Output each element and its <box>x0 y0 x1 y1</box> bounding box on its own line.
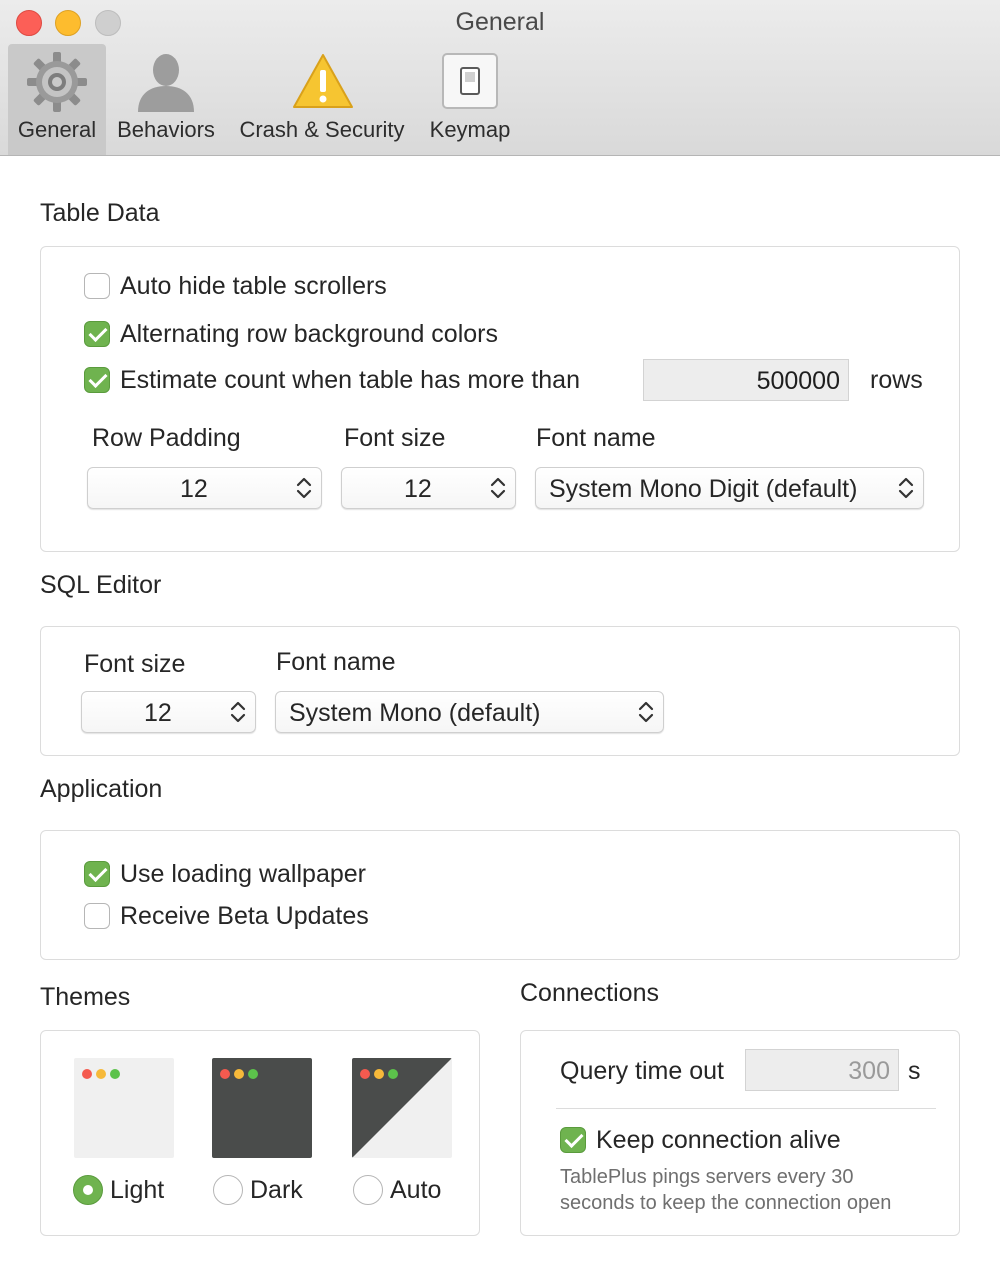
window-title: General <box>455 8 545 36</box>
toolbar: General General Behaviors Crash & Securi… <box>0 0 1000 156</box>
tab-behaviors[interactable]: Behaviors <box>110 44 222 155</box>
light-theme-preview[interactable] <box>74 1058 174 1158</box>
font-size-label: Font size <box>344 424 446 452</box>
theme-light-label: Light <box>110 1176 165 1204</box>
dark-theme-preview[interactable] <box>212 1058 312 1158</box>
sql-font-name-value: System Mono (default) <box>289 699 541 727</box>
row-padding-label: Row Padding <box>92 424 241 452</box>
connections-heading: Connections <box>520 979 659 1007</box>
sql-editor-heading: SQL Editor <box>40 571 162 599</box>
query-timeout-unit: s <box>908 1057 921 1085</box>
application-heading: Application <box>40 775 163 803</box>
window-dots-icon <box>360 1066 402 1084</box>
row-padding-select[interactable]: 12 <box>87 467 322 509</box>
application-group <box>40 830 960 960</box>
tab-label: Keymap <box>429 117 511 142</box>
auto-hide-scrollers-checkbox[interactable] <box>84 273 110 299</box>
theme-auto-radio[interactable] <box>353 1175 383 1205</box>
theme-light-radio[interactable] <box>73 1175 103 1205</box>
theme-auto-label: Auto <box>390 1176 442 1204</box>
themes-heading: Themes <box>40 983 131 1011</box>
window-dots-icon <box>220 1066 262 1084</box>
table-font-name-value: System Mono Digit (default) <box>549 475 858 503</box>
estimate-count-label: Estimate count when table has more than <box>120 366 580 394</box>
auto-hide-scrollers-label: Auto hide table scrollers <box>120 272 387 300</box>
chevron-updown-icon <box>638 701 654 723</box>
table-font-size-select[interactable]: 12 <box>341 467 516 509</box>
gear-icon <box>27 52 87 112</box>
estimate-count-checkbox[interactable] <box>84 367 110 393</box>
sql-font-size-select[interactable]: 12 <box>81 691 256 733</box>
tab-keymap[interactable]: Keymap <box>422 44 518 155</box>
tab-label: Crash & Security <box>239 117 405 142</box>
row-padding-value: 12 <box>180 475 208 503</box>
chevron-updown-icon <box>898 477 914 499</box>
theme-dark-radio[interactable] <box>213 1175 243 1205</box>
tab-crash-security[interactable]: Crash & Security <box>228 44 416 155</box>
rows-unit-label: rows <box>870 366 923 394</box>
keep-alive-description-line2: seconds to keep the connection open <box>560 1192 892 1214</box>
keep-alive-checkbox[interactable] <box>560 1127 586 1153</box>
table-font-name-select[interactable]: System Mono Digit (default) <box>535 467 924 509</box>
sql-font-size-value: 12 <box>144 699 172 727</box>
table-data-heading: Table Data <box>40 199 160 227</box>
alternating-rows-checkbox[interactable] <box>84 321 110 347</box>
query-timeout-input[interactable]: 300 <box>745 1049 899 1091</box>
tab-general[interactable]: General <box>8 44 106 155</box>
keep-alive-description-line1: TablePlus pings servers every 30 <box>560 1166 854 1188</box>
loading-wallpaper-label: Use loading wallpaper <box>120 860 366 888</box>
tab-label: General <box>17 117 97 142</box>
warning-icon <box>293 54 353 108</box>
chevron-updown-icon <box>230 701 246 723</box>
beta-updates-checkbox[interactable] <box>84 903 110 929</box>
tab-label: Behaviors <box>117 117 215 142</box>
window-dots-icon <box>82 1066 124 1084</box>
table-font-size-value: 12 <box>404 475 432 503</box>
sql-font-name-select[interactable]: System Mono (default) <box>275 691 664 733</box>
connections-divider <box>556 1108 936 1109</box>
loading-wallpaper-checkbox[interactable] <box>84 861 110 887</box>
beta-updates-label: Receive Beta Updates <box>120 902 369 930</box>
query-timeout-label: Query time out <box>560 1057 724 1085</box>
person-icon <box>138 54 194 112</box>
chevron-updown-icon <box>490 477 506 499</box>
alternating-rows-label: Alternating row background colors <box>120 320 498 348</box>
theme-dark-label: Dark <box>250 1176 303 1204</box>
sql-font-size-label: Font size <box>84 650 186 678</box>
switch-icon <box>442 53 498 109</box>
sql-font-name-label: Font name <box>276 648 396 676</box>
chevron-updown-icon <box>296 477 312 499</box>
font-name-label: Font name <box>536 424 656 452</box>
keep-alive-label: Keep connection alive <box>596 1126 841 1154</box>
auto-theme-preview[interactable] <box>352 1058 452 1158</box>
estimate-rows-input[interactable]: 500000 <box>643 359 849 401</box>
